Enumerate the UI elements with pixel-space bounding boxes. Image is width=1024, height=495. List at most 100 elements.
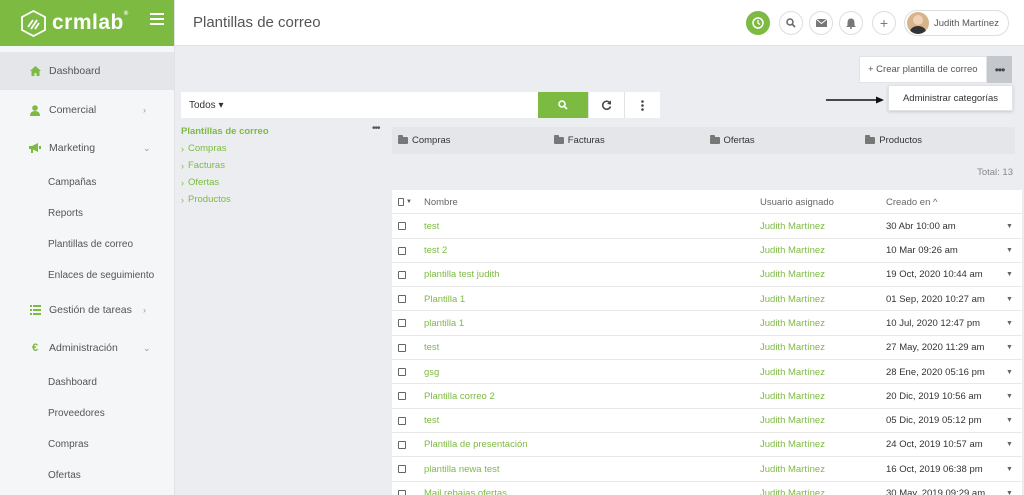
folder-compras[interactable]: Compras <box>392 127 548 154</box>
table-row[interactable]: plantilla 1 Judith Martínez 10 Jul, 2020 1… <box>392 311 1022 336</box>
column-header-name[interactable]: Nombre <box>424 190 458 214</box>
row-caret-down-icon[interactable]: ▼ <box>1006 287 1013 311</box>
bell-icon[interactable] <box>839 11 863 35</box>
tree-item-ofertas[interactable]: › Ofertas <box>181 174 381 191</box>
template-name-link[interactable]: Plantilla 1 <box>424 287 465 311</box>
template-name-link[interactable]: plantilla test judith <box>424 263 500 287</box>
created-date: 01 Sep, 2020 10:27 am <box>886 293 985 305</box>
sidebar-subitem-campanas[interactable]: Campañas <box>0 167 174 198</box>
template-name-link[interactable]: test <box>424 214 439 238</box>
row-checkbox[interactable] <box>398 360 412 384</box>
row-caret-down-icon[interactable]: ▼ <box>1006 214 1013 238</box>
table-row[interactable]: gsg Judith Martínez 28 Ene, 2020 05:16 pm ▼ <box>392 360 1022 385</box>
row-checkbox[interactable] <box>398 433 412 457</box>
row-caret-down-icon[interactable]: ▼ <box>1006 360 1013 384</box>
manage-categories-menu-item[interactable]: Administrar categorías <box>888 85 1013 111</box>
row-caret-down-icon[interactable]: ▼ <box>1006 409 1013 433</box>
search-icon[interactable] <box>779 11 803 35</box>
table-row[interactable]: Plantilla 1 Judith Martínez 01 Sep, 2020 1… <box>392 287 1022 312</box>
tasks-icon <box>28 305 42 315</box>
clock-icon[interactable] <box>746 11 770 35</box>
filter-select[interactable]: Todos ▾ <box>181 92 538 118</box>
refresh-button[interactable] <box>588 92 624 118</box>
template-name-link[interactable]: test 2 <box>424 239 447 263</box>
row-caret-down-icon[interactable]: ▼ <box>1006 311 1013 335</box>
sidebar-subitem-ofertas[interactable]: Ofertas <box>0 460 174 491</box>
sidebar-subitem-proveedores[interactable]: Proveedores <box>0 398 174 429</box>
folder-facturas[interactable]: Facturas <box>548 127 704 154</box>
column-header-user[interactable]: Usuario asignado <box>760 190 834 214</box>
search-button[interactable] <box>538 92 588 118</box>
table-row[interactable]: Plantilla correo 2 Judith Martínez 20 Dic,… <box>392 384 1022 409</box>
template-name-link[interactable]: test <box>424 336 439 360</box>
tree-item-compras[interactable]: › Compras <box>181 140 381 157</box>
sidebar-item-marketing[interactable]: Marketing ⌄ <box>0 129 174 167</box>
template-name-link[interactable]: plantilla newa test <box>424 457 500 481</box>
folder-bar: Compras Facturas Ofertas Productos <box>392 127 1015 154</box>
user-menu[interactable]: Judith Martínez <box>904 10 1009 36</box>
row-checkbox[interactable] <box>398 287 412 311</box>
row-checkbox[interactable] <box>398 263 412 287</box>
row-caret-down-icon[interactable]: ▼ <box>1006 239 1013 263</box>
table-body: test Judith Martínez 30 Abr 10:00 am ▼ test … <box>392 214 1022 495</box>
sidebar-item-dashboard[interactable]: Dashboard <box>0 52 174 90</box>
template-name-link[interactable]: gsg <box>424 360 439 384</box>
table-row[interactable]: test Judith Martínez 27 May, 2020 11:29 am… <box>392 336 1022 361</box>
row-checkbox[interactable] <box>398 311 412 335</box>
vertical-dots-icon[interactable] <box>624 92 660 118</box>
more-options-button[interactable]: ••• <box>987 56 1012 83</box>
table-row[interactable]: Plantilla de presentación Judith Martínez… <box>392 433 1022 458</box>
sidebar-subitem-reports[interactable]: Reports <box>0 198 174 229</box>
row-caret-down-icon[interactable]: ▼ <box>1006 433 1013 457</box>
hamburger-menu-icon[interactable] <box>150 13 164 25</box>
row-checkbox[interactable] <box>398 384 412 408</box>
table-row[interactable]: Mail rebajas ofertas Judith Martínez 30 Ma… <box>392 482 1022 495</box>
assigned-user: Judith Martínez <box>760 293 825 305</box>
sidebar-item-comercial[interactable]: Comercial › <box>0 91 174 129</box>
created-date: 30 Abr 10:00 am <box>886 220 956 232</box>
sidebar-subitem-compras[interactable]: Compras <box>0 429 174 460</box>
sidebar-subitem-admin-dashboard[interactable]: Dashboard <box>0 367 174 398</box>
tree-item-productos[interactable]: › Productos <box>181 191 381 208</box>
row-caret-down-icon[interactable]: ▼ <box>1006 457 1013 481</box>
table-row[interactable]: plantilla test judith Judith Martínez 19 O… <box>392 263 1022 288</box>
row-caret-down-icon[interactable]: ▼ <box>1006 482 1013 495</box>
create-template-button[interactable]: + Crear plantilla de correo <box>859 56 987 83</box>
tree-item-facturas[interactable]: › Facturas <box>181 157 381 174</box>
row-checkbox[interactable] <box>398 336 412 360</box>
row-caret-down-icon[interactable]: ▼ <box>1006 336 1013 360</box>
sidebar-item-administracion[interactable]: € Administración ⌄ <box>0 329 174 367</box>
mail-icon[interactable] <box>809 11 833 35</box>
created-date: 30 May, 2019 09:29 am <box>886 488 986 495</box>
row-checkbox[interactable] <box>398 239 412 263</box>
template-name-link[interactable]: Mail rebajas ofertas <box>424 482 507 495</box>
table-row[interactable]: test Judith Martínez 05 Dic, 2019 05:12 pm… <box>392 409 1022 433</box>
row-checkbox[interactable] <box>398 214 412 238</box>
sidebar-item-gestion-tareas[interactable]: Gestión de tareas › <box>0 291 174 329</box>
chevron-right-icon: › <box>181 177 184 188</box>
row-checkbox[interactable] <box>398 457 412 481</box>
row-checkbox[interactable] <box>398 482 412 495</box>
created-date: 27 May, 2020 11:29 am <box>886 342 985 354</box>
folder-productos[interactable]: Productos <box>859 127 1015 154</box>
brand-name[interactable]: crmlab® <box>52 11 129 35</box>
sidebar-subitem-plantillas[interactable]: Plantillas de correo <box>0 229 174 260</box>
template-name-link[interactable]: plantilla 1 <box>424 311 464 335</box>
template-name-link[interactable]: test <box>424 409 439 433</box>
row-caret-down-icon[interactable]: ▼ <box>1006 384 1013 408</box>
row-caret-down-icon[interactable]: ▼ <box>1006 263 1013 287</box>
sidebar-subitem-enlaces[interactable]: Enlaces de seguimiento <box>0 260 174 291</box>
tree-root-plantillas[interactable]: Plantillas de correo <box>181 126 381 140</box>
template-name-link[interactable]: Plantilla correo 2 <box>424 384 495 408</box>
tree-options-button[interactable]: ••• <box>372 123 380 134</box>
table-row[interactable]: plantilla newa test Judith Martínez 16 Oct… <box>392 457 1022 482</box>
plus-icon[interactable]: + <box>872 11 896 35</box>
template-name-link[interactable]: Plantilla de presentación <box>424 433 528 457</box>
column-header-date[interactable]: Creado en ^ <box>886 190 937 214</box>
select-all-checkbox[interactable]: ▼ <box>398 190 412 214</box>
folder-ofertas[interactable]: Ofertas <box>704 127 860 154</box>
sidebar-item-label: Comercial <box>49 104 97 116</box>
table-row[interactable]: test 2 Judith Martínez 10 Mar 09:26 am ▼ <box>392 239 1022 263</box>
table-row[interactable]: test Judith Martínez 30 Abr 10:00 am ▼ <box>392 214 1022 239</box>
row-checkbox[interactable] <box>398 409 412 433</box>
